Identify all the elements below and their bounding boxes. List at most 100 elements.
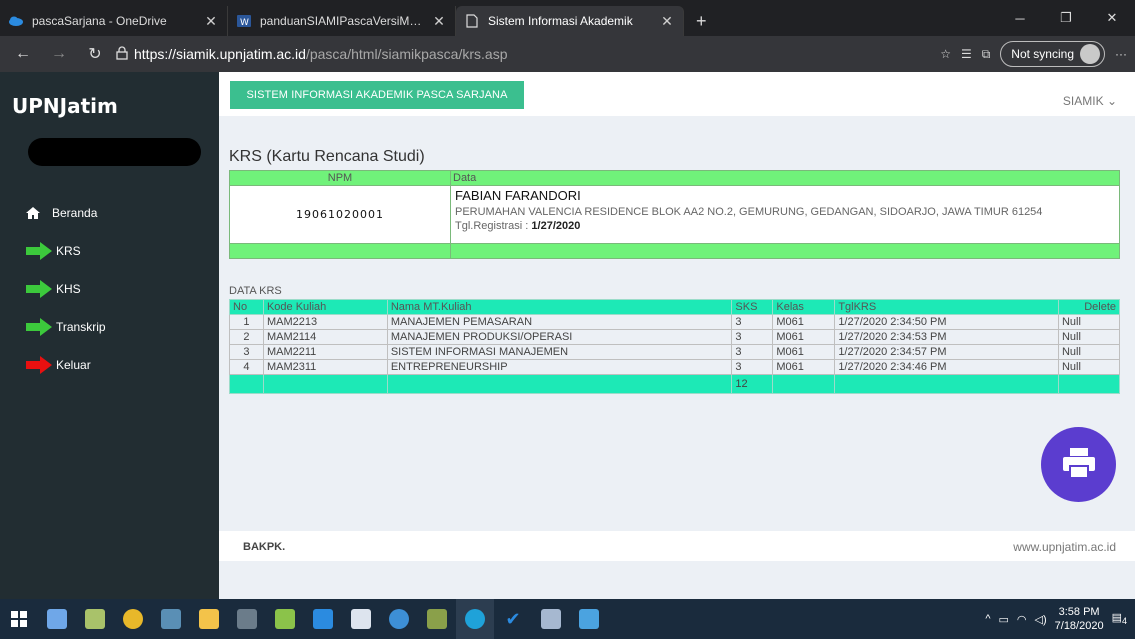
refresh-icon[interactable]: ↻ (80, 39, 110, 69)
cell-delete[interactable]: Null (1057, 344, 1121, 360)
favorite-star-icon[interactable]: ☆ (940, 47, 951, 61)
wifi-icon[interactable]: ◠ (1017, 613, 1027, 626)
calculator-icon[interactable] (228, 599, 266, 639)
collections-icon[interactable]: ⧉ (982, 47, 991, 62)
sidebar-item-label: Keluar (56, 358, 91, 372)
printer-icon (1061, 446, 1097, 483)
address-bar: ← → ↻ https://siamik.upnjatim.ac.id/pasc… (0, 36, 1135, 72)
close-window-icon[interactable]: ✕ (1089, 0, 1135, 36)
chrome-icon[interactable] (114, 599, 152, 639)
close-icon[interactable]: ✕ (659, 13, 675, 30)
address-bar-actions: ☆ ☰ ⧉ Not syncing ··· (940, 41, 1127, 67)
chevron-up-icon[interactable]: ^ (985, 613, 990, 625)
clock-date: 7/18/2020 (1054, 620, 1104, 632)
battery-icon[interactable]: ▭ (999, 613, 1009, 626)
cell-delete[interactable]: Null (1057, 329, 1121, 345)
notification-icon[interactable]: ▤4 (1112, 611, 1127, 626)
table-row: 3 MAM2211 SISTEM INFORMASI MANAJEMEN 3 M… (229, 344, 1121, 360)
krs-table: No Kode Kuliah Nama MT.Kuliah SKS Kelas … (229, 299, 1121, 394)
file-explorer-icon[interactable] (190, 599, 228, 639)
clock[interactable]: 3:58 PM 7/18/2020 (1055, 605, 1104, 633)
page-footer: BAKPK. www.upnjatim.ac.id (219, 531, 1135, 561)
avatar (1080, 44, 1100, 64)
cell-delete[interactable]: Null (1057, 359, 1121, 375)
column-header: Kelas (772, 299, 836, 315)
back-arrow-icon[interactable]: ← (8, 39, 38, 69)
print-button[interactable] (1041, 427, 1116, 502)
tab-title: pascaSarjana - OneDrive (32, 14, 167, 28)
empty-cell (450, 243, 1120, 259)
cell-nama: SISTEM INFORMASI MANAJEMEN (386, 344, 733, 360)
cell-nama: MANAJEMEN PEMASARAN (386, 314, 733, 330)
cell-no: 3 (229, 344, 264, 360)
app-icon[interactable] (380, 599, 418, 639)
cell-kode: MAM2211 (262, 344, 388, 360)
sidebar-search-box[interactable] (28, 138, 201, 166)
minimize-icon[interactable]: ─ (997, 0, 1043, 36)
sync-label: Not syncing (1011, 47, 1074, 61)
edge-icon[interactable] (456, 599, 494, 639)
column-header: No (229, 299, 264, 315)
browser-tab-bar: pascaSarjana - OneDrive ✕ W panduanSIAMI… (0, 0, 1135, 36)
url-path: /pasca/html/siamikpasca/krs.asp (305, 46, 508, 62)
cell-kode: MAM2311 (262, 359, 388, 375)
restore-icon[interactable]: ❐ (1043, 0, 1089, 36)
data-krs-label: DATA KRS (229, 285, 282, 297)
favorites-list-icon[interactable]: ☰ (961, 47, 972, 61)
green-arrow-icon (26, 280, 52, 298)
cell-nama: MANAJEMEN PRODUKSI/OPERASI (386, 329, 733, 345)
sidebar-item-keluar[interactable]: Keluar (0, 346, 219, 384)
column-header: TglKRS (834, 299, 1059, 315)
document-icon[interactable] (342, 599, 380, 639)
windows-taskbar: ✔ ^ ▭ ◠ ◁) 3:58 PM 7/18/2020 ▤4 (0, 599, 1135, 639)
sidebar-item-label: KRS (56, 244, 81, 258)
user-menu-dropdown[interactable]: SIAMIK ⌄ (1063, 94, 1117, 108)
new-tab-button[interactable]: + (684, 6, 719, 36)
clock-time: 3:58 PM (1058, 606, 1100, 618)
people-app-icon[interactable] (38, 599, 76, 639)
cell-sks: 3 (731, 329, 774, 345)
close-icon[interactable]: ✕ (431, 13, 447, 30)
todo-icon[interactable]: ✔ (494, 599, 532, 639)
sidebar-item-transkrip[interactable]: Transkrip (0, 308, 219, 346)
profile-sync-button[interactable]: Not syncing (1000, 41, 1105, 67)
volume-icon[interactable]: ◁) (1035, 613, 1047, 626)
app-icon[interactable] (532, 599, 570, 639)
app-icon[interactable] (152, 599, 190, 639)
tab-onedrive[interactable]: pascaSarjana - OneDrive ✕ (0, 6, 228, 36)
forward-arrow-icon[interactable]: → (44, 39, 74, 69)
app-icon[interactable] (418, 599, 456, 639)
empty-cell (1057, 374, 1121, 394)
url-field[interactable]: https://siamik.upnjatim.ac.id/pasca/html… (116, 40, 934, 68)
sidebar-item-label: KHS (56, 282, 81, 296)
notification-count: 4 (1121, 616, 1127, 627)
cell-delete[interactable]: Null (1057, 314, 1121, 330)
paint-icon[interactable] (266, 599, 304, 639)
word-doc-icon: W (236, 13, 252, 29)
total-sks: 12 (731, 374, 774, 394)
chevron-down-icon: ⌄ (1106, 94, 1117, 108)
footer-website-link[interactable]: www.upnjatim.ac.id (1013, 540, 1116, 554)
empty-cell (262, 374, 388, 394)
close-icon[interactable]: ✕ (203, 13, 219, 30)
cell-kelas: M061 (772, 359, 836, 375)
sidebar-item-beranda[interactable]: Beranda (0, 194, 219, 232)
cell-tglkrs: 1/27/2020 2:34:53 PM (834, 329, 1059, 345)
sidebar-item-krs[interactable]: KRS (0, 232, 219, 270)
cell-kode: MAM2114 (262, 329, 388, 345)
top-header: SISTEM INFORMASI AKADEMIK PASCA SARJANA … (219, 72, 1135, 116)
teams-app-icon[interactable] (76, 599, 114, 639)
vscode-icon[interactable] (304, 599, 342, 639)
tab-panduan[interactable]: W panduanSIAMIPascaVersiMahasi ✕ (228, 6, 456, 36)
registration-date: Tgl.Registrasi : 1/27/2020 (455, 220, 1115, 232)
tab-sistem-informasi[interactable]: Sistem Informasi Akademik ✕ (456, 6, 684, 36)
page-title: KRS (Kartu Rencana Studi) (229, 148, 425, 165)
windows-start-icon[interactable] (0, 599, 38, 639)
sidebar-item-khs[interactable]: KHS (0, 270, 219, 308)
empty-cell (229, 243, 451, 259)
registration-date-value: 1/27/2020 (531, 220, 581, 232)
brand-logo[interactable]: UPNJatim (0, 72, 219, 136)
photos-icon[interactable] (570, 599, 608, 639)
system-title-button[interactable]: SISTEM INFORMASI AKADEMIK PASCA SARJANA (230, 81, 524, 109)
more-options-icon[interactable]: ··· (1115, 47, 1127, 61)
